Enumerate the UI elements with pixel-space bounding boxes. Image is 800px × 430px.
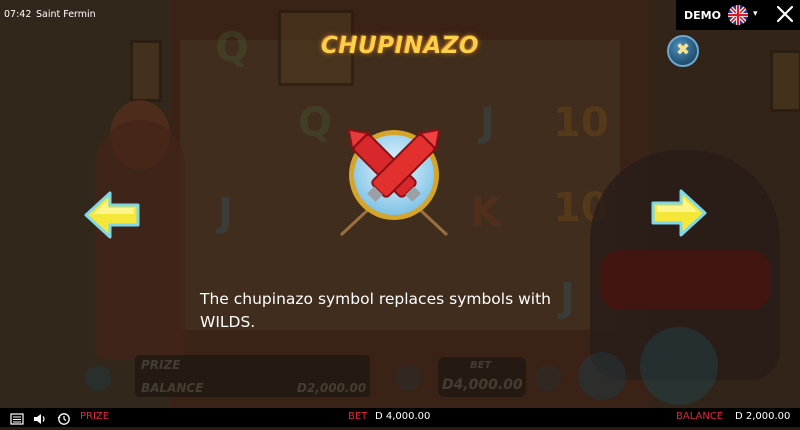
popup-title: CHUPINAZO bbox=[321, 33, 479, 59]
bet-value: D 4,000.00 bbox=[375, 411, 431, 422]
arrow-left-icon[interactable] bbox=[84, 190, 140, 240]
popup-description: The chupinazo symbol replaces symbols wi… bbox=[200, 290, 551, 331]
clock: 07:42 bbox=[4, 9, 32, 20]
menu-icon[interactable] bbox=[10, 411, 24, 425]
bottom-bar: PRIZE BET D 4,000.00 BALANCE D 2,000.00 bbox=[0, 408, 800, 427]
close-icon: ✖ bbox=[675, 40, 691, 60]
demo-mode-label: DEMO bbox=[684, 9, 721, 22]
balance-value: D 2,000.00 bbox=[735, 411, 791, 422]
chupinazo-symbol-icon bbox=[333, 117, 455, 239]
uk-flag-icon[interactable] bbox=[728, 5, 748, 25]
close-icon[interactable] bbox=[770, 0, 800, 30]
balance-label: BALANCE bbox=[676, 411, 724, 422]
sound-icon[interactable] bbox=[33, 411, 47, 425]
bet-label: BET bbox=[348, 411, 368, 422]
popup-close-button[interactable]: ✖ bbox=[667, 35, 699, 67]
prize-label: PRIZE bbox=[80, 411, 110, 422]
chevron-down-icon[interactable]: ▾ bbox=[753, 9, 758, 19]
game-title: Saint Fermin bbox=[36, 9, 96, 20]
top-bar: 07:42 Saint Fermin DEMO ▾ bbox=[0, 0, 800, 30]
arrow-right-icon[interactable] bbox=[651, 188, 707, 238]
demo-language-box[interactable]: DEMO ▾ bbox=[676, 0, 770, 30]
history-icon[interactable] bbox=[57, 411, 71, 425]
